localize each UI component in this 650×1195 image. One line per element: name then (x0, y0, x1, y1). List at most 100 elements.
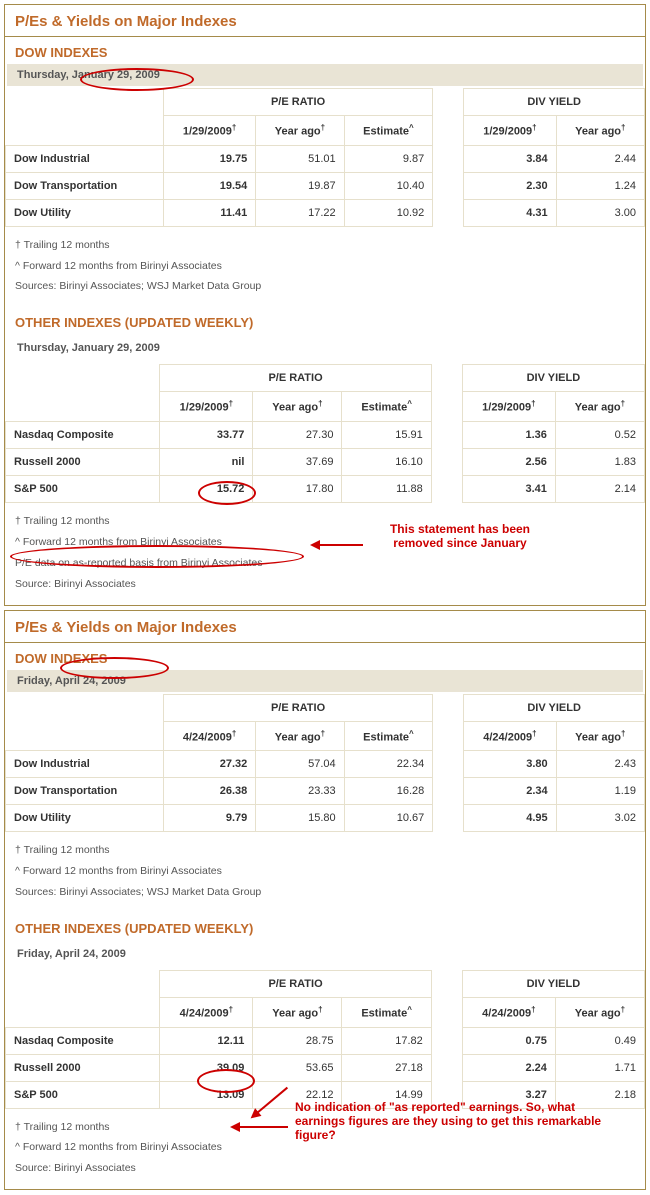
footnote-line: Sources: Birinyi Associates; WSJ Market … (15, 882, 635, 903)
col-div-year: Year ago† (556, 116, 644, 146)
cell-pe-est: 10.67 (344, 805, 433, 832)
cell-pe-date: 13.09 (160, 1081, 253, 1108)
footnotes: † Trailing 12 months^ Forward 12 months … (5, 834, 645, 913)
cell-div-year: 3.02 (556, 805, 644, 832)
cell-pe-year: 57.04 (256, 751, 344, 778)
table-row: Nasdaq Composite12.1128.7517.820.750.49 (6, 1027, 645, 1054)
cell-pe-est: 15.91 (342, 421, 431, 448)
col-pe-date: 4/24/2009† (160, 997, 253, 1027)
footnote-line: † Trailing 12 months (15, 840, 635, 861)
col-div-year: Year ago† (555, 392, 644, 422)
footnotes: † Trailing 12 months^ Forward 12 months … (5, 505, 645, 605)
cell-pe-date: nil (160, 448, 253, 475)
section-subtitle: DOW INDEXES (5, 37, 645, 64)
col-group-pe: P/E RATIO (163, 89, 432, 116)
cell-pe-year: 23.33 (256, 778, 344, 805)
footnote-line: ^ Forward 12 months from Birinyi Associa… (15, 532, 635, 553)
row-label: Russell 2000 (6, 448, 160, 475)
cell-pe-est: 16.28 (344, 778, 433, 805)
cell-pe-est: 10.40 (344, 172, 433, 199)
row-label: Nasdaq Composite (6, 421, 160, 448)
panel-title: P/Es & Yields on Major Indexes (5, 611, 645, 643)
cell-pe-est: 17.82 (342, 1027, 431, 1054)
col-pe-date: 4/24/2009† (163, 721, 255, 751)
col-div-date: 4/24/2009† (464, 721, 556, 751)
cell-pe-year: 51.01 (256, 145, 344, 172)
cell-div-year: 0.52 (555, 421, 644, 448)
cell-div-date: 2.24 (462, 1054, 555, 1081)
cell-div-date: 3.80 (464, 751, 556, 778)
col-pe-est: Estimate^ (344, 721, 433, 751)
table-row: Dow Transportation19.5419.8710.40 2.301.2… (6, 172, 645, 199)
cell-pe-year: 22.12 (253, 1081, 342, 1108)
cell-pe-est: 22.34 (344, 751, 433, 778)
data-table: P/E RATIODIV YIELD4/24/2009†Year ago†Est… (5, 970, 645, 1109)
cell-pe-date: 19.75 (163, 145, 255, 172)
cell-div-date: 4.95 (464, 805, 556, 832)
col-group-pe: P/E RATIO (160, 365, 431, 392)
row-label: Dow Transportation (6, 172, 164, 199)
cell-div-date: 4.31 (464, 199, 556, 226)
cell-pe-year: 53.65 (253, 1054, 342, 1081)
cell-pe-date: 11.41 (163, 199, 255, 226)
row-label: Nasdaq Composite (6, 1027, 160, 1054)
table-row: Dow Industrial27.3257.0422.34 3.802.43 (6, 751, 645, 778)
row-label: Dow Industrial (6, 145, 164, 172)
cell-div-year: 1.24 (556, 172, 644, 199)
table-row: Russell 200039.0953.6527.182.241.71 (6, 1054, 645, 1081)
data-table: P/E RATIODIV YIELD1/29/2009†Year ago†Est… (5, 364, 645, 503)
cell-pe-date: 12.11 (160, 1027, 253, 1054)
cell-div-date: 3.27 (462, 1081, 555, 1108)
panel-title: P/Es & Yields on Major Indexes (5, 5, 645, 37)
cell-pe-year: 15.80 (256, 805, 344, 832)
section-subtitle: OTHER INDEXES (UPDATED WEEKLY) (5, 913, 645, 940)
section-subtitle: DOW INDEXES (5, 643, 645, 670)
col-pe-est: Estimate^ (344, 116, 433, 146)
table-row: S&P 50015.7217.8011.883.412.14 (6, 475, 645, 502)
footnote-line: Source: Birinyi Associates (15, 574, 635, 595)
cell-pe-year: 17.80 (253, 475, 342, 502)
cell-div-date: 2.30 (464, 172, 556, 199)
cell-div-year: 2.18 (555, 1081, 644, 1108)
date-bar: Friday, April 24, 2009 (7, 940, 643, 968)
col-pe-year: Year ago† (253, 392, 342, 422)
date-bar: Thursday, January 29, 2009 (7, 64, 643, 86)
cell-div-year: 1.19 (556, 778, 644, 805)
footnotes: † Trailing 12 months^ Forward 12 months … (5, 1111, 645, 1190)
table-row: Dow Utility11.4117.2210.924.313.00 (6, 199, 645, 226)
col-pe-est: Estimate^ (342, 392, 431, 422)
footnote-line: Sources: Birinyi Associates; WSJ Market … (15, 276, 635, 297)
row-label: Dow Utility (6, 199, 164, 226)
cell-pe-date: 27.32 (163, 751, 255, 778)
cell-div-year: 2.44 (556, 145, 644, 172)
section-subtitle: OTHER INDEXES (UPDATED WEEKLY) (5, 307, 645, 334)
col-group-div: DIV YIELD (462, 365, 644, 392)
cell-pe-date: 33.77 (160, 421, 253, 448)
cell-pe-year: 19.87 (256, 172, 344, 199)
cell-pe-est: 10.92 (344, 199, 433, 226)
col-div-date: 1/29/2009† (462, 392, 555, 422)
col-group-pe: P/E RATIO (163, 694, 432, 721)
col-group-div: DIV YIELD (462, 970, 644, 997)
col-group-div: DIV YIELD (464, 694, 645, 721)
row-label: Dow Transportation (6, 778, 164, 805)
col-pe-est: Estimate^ (342, 997, 431, 1027)
row-label: Dow Industrial (6, 751, 164, 778)
footnote-line: ^ Forward 12 months from Birinyi Associa… (15, 1137, 635, 1158)
col-pe-year: Year ago† (256, 116, 344, 146)
cell-div-year: 1.83 (555, 448, 644, 475)
col-group-pe: P/E RATIO (160, 970, 431, 997)
panel: P/Es & Yields on Major IndexesDOW INDEXE… (4, 4, 646, 606)
col-div-date: 4/24/2009† (462, 997, 555, 1027)
cell-pe-date: 9.79 (163, 805, 255, 832)
cell-div-date: 1.36 (462, 421, 555, 448)
cell-pe-year: 27.30 (253, 421, 342, 448)
table-row: Dow Industrial19.7551.019.873.842.44 (6, 145, 645, 172)
row-label: Dow Utility (6, 805, 164, 832)
cell-div-date: 0.75 (462, 1027, 555, 1054)
cell-div-year: 3.00 (556, 199, 644, 226)
cell-div-year: 2.43 (556, 751, 644, 778)
cell-pe-date: 19.54 (163, 172, 255, 199)
cell-div-date: 3.41 (462, 475, 555, 502)
table-row: Dow Transportation26.3823.3316.282.341.1… (6, 778, 645, 805)
